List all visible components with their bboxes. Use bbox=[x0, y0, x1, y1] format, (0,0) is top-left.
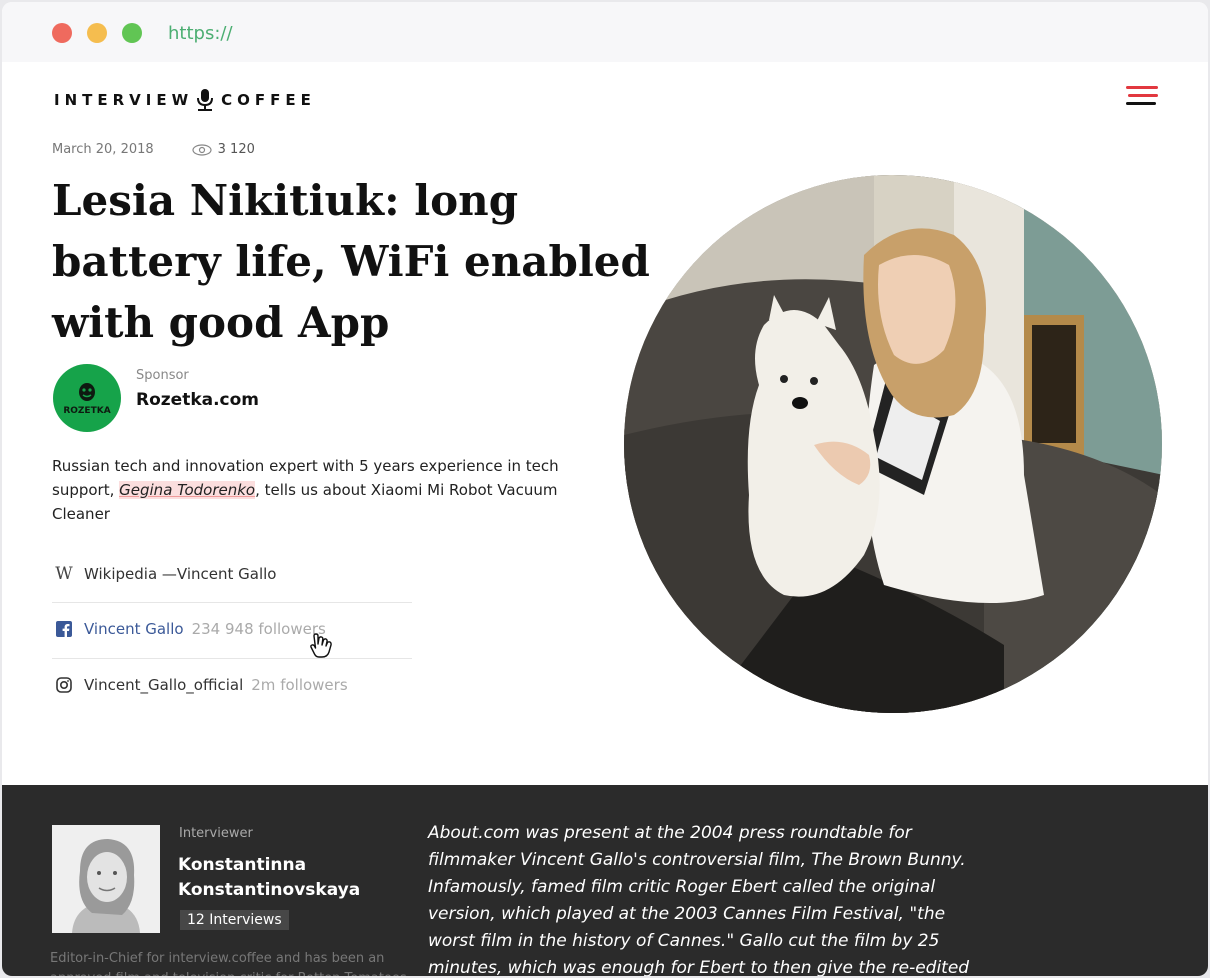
interviewer-bio: Editor-in-Chief for interview.coffee and… bbox=[50, 951, 407, 976]
facebook-icon bbox=[54, 621, 74, 637]
interviews-count-badge[interactable]: 12 Interviews bbox=[180, 910, 289, 930]
divider bbox=[52, 602, 412, 603]
maximize-window-button[interactable] bbox=[122, 23, 142, 43]
minimize-window-button[interactable] bbox=[87, 23, 107, 43]
site-logo[interactable]: INTERVIEW COFFEE bbox=[54, 88, 316, 112]
browser-chrome: https:// bbox=[2, 2, 1208, 62]
article-description: Russian tech and innovation expert with … bbox=[52, 457, 559, 523]
logo-text-left: INTERVIEW bbox=[54, 91, 194, 109]
hamburger-menu-icon[interactable] bbox=[1126, 84, 1160, 112]
interviewer-avatar[interactable] bbox=[52, 825, 160, 933]
interviewer-footer: Interviewer Konstantinna Konstantinovska… bbox=[2, 785, 1208, 976]
instagram-link[interactable]: Vincent_Gallo_official 2m followers bbox=[54, 676, 412, 694]
views-count: 3 120 bbox=[192, 142, 255, 157]
instagram-icon bbox=[54, 677, 74, 693]
wikipedia-link[interactable]: W Wikipedia —Vincent Gallo bbox=[54, 564, 412, 584]
browser-window: https:// INTERVIEW COFFEE March 20, 2018… bbox=[2, 2, 1208, 976]
divider bbox=[52, 658, 412, 659]
rozetka-mascot-icon bbox=[79, 383, 95, 401]
close-window-button[interactable] bbox=[52, 23, 72, 43]
eye-icon bbox=[192, 143, 212, 156]
article-title: Lesia Nikitiuk: long battery life, WiFi … bbox=[52, 176, 650, 347]
microphone-icon bbox=[195, 88, 215, 112]
article-meta: March 20, 2018 3 120 bbox=[52, 142, 255, 157]
logo-text-right: COFFEE bbox=[221, 91, 316, 109]
sponsor-logo[interactable]: ROZETKA bbox=[53, 364, 121, 432]
wikipedia-icon: W bbox=[55, 564, 73, 584]
sponsor-label: Sponsor bbox=[136, 368, 189, 383]
interviewee-photo bbox=[624, 175, 1162, 713]
interviewer-label: Interviewer bbox=[179, 826, 253, 841]
publish-date: March 20, 2018 bbox=[52, 142, 154, 157]
sponsor-logo-text: ROZETKA bbox=[63, 406, 111, 416]
hand-pointer-cursor-icon bbox=[310, 633, 332, 658]
address-bar[interactable]: https:// bbox=[168, 23, 233, 44]
sponsor-name-link[interactable]: Rozetka.com bbox=[136, 390, 259, 410]
facebook-link[interactable]: Vincent Gallo 234 948 followers bbox=[54, 620, 412, 638]
expert-name-link[interactable]: Gegina Todorenko bbox=[119, 481, 256, 499]
interview-quote: About.com was present at the 2004 press … bbox=[428, 823, 970, 976]
interviewer-name[interactable]: Konstantinna Konstantinovskaya bbox=[178, 853, 418, 903]
